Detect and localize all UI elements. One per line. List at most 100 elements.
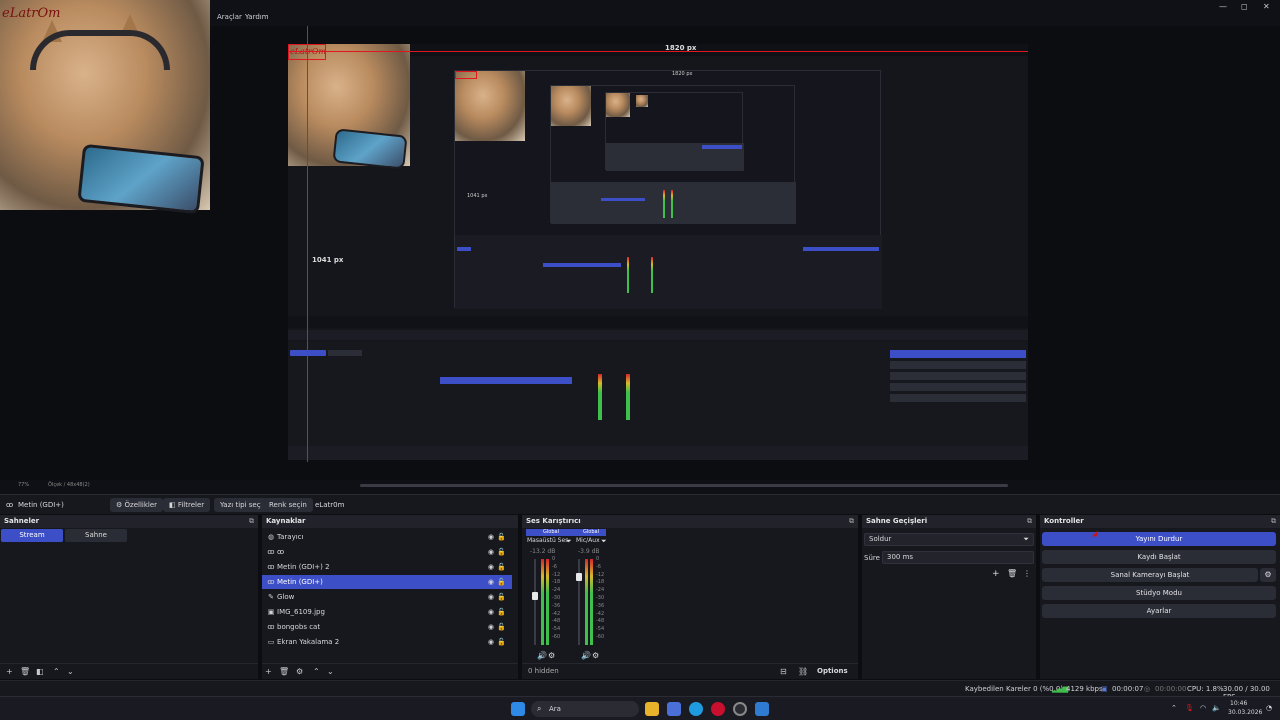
eye-icon[interactable]: ◉ — [488, 590, 494, 604]
app-icon[interactable] — [755, 702, 769, 716]
close-button[interactable]: ✕ — [1263, 2, 1270, 11]
scene-stream[interactable]: Stream — [1, 529, 63, 542]
zoom-mode[interactable]: Ölçek / 48x48(2) — [48, 482, 90, 488]
gear-icon[interactable]: ⚙ — [548, 651, 555, 660]
minimize-button[interactable]: — — [1219, 2, 1227, 11]
stop-stream-button[interactable]: Yayını Durdur — [1042, 532, 1276, 546]
store-icon[interactable] — [667, 702, 681, 716]
lock-icon[interactable]: 🔓 — [497, 635, 506, 649]
eye-icon[interactable]: ◉ — [488, 605, 494, 619]
filter-icon[interactable]: ◧ — [36, 667, 44, 676]
source-row[interactable]: ▭ Ekran Yakalama 2 ◉ 🔓 — [262, 635, 512, 649]
source-row-selected[interactable]: ꝏ Metin (GDI+) ◉ 🔓 — [262, 575, 512, 589]
selected-source-box[interactable] — [288, 44, 326, 60]
virtual-cam-button[interactable]: Sanal Kamerayı Başlat — [1042, 568, 1258, 582]
lock-icon[interactable]: 🔓 — [497, 575, 506, 589]
volume-meter — [546, 559, 549, 645]
speaker-icon[interactable]: 🔊 — [581, 651, 591, 660]
speaker-icon[interactable]: 🔊 — [537, 651, 547, 660]
trash-icon[interactable]: 🗑 — [1007, 569, 1017, 578]
layout-icon[interactable]: ⊟ — [780, 667, 787, 676]
chevron-down-icon[interactable]: ⌄ — [67, 667, 74, 676]
source-row[interactable]: ▣ IMG_6109.jpg ◉ 🔓 — [262, 605, 512, 619]
virtual-cam-settings-icon[interactable]: ⚙ — [1260, 568, 1276, 582]
eye-icon[interactable]: ◉ — [488, 635, 494, 649]
chevron-up-icon[interactable]: ⌃ — [1171, 704, 1177, 712]
link-icon[interactable]: ⛓ — [798, 667, 808, 676]
add-icon[interactable]: + — [6, 667, 13, 676]
source-row[interactable]: ✎ Glow ◉ 🔓 — [262, 590, 512, 604]
duration-input[interactable]: 300 ms — [882, 551, 1034, 564]
popout-icon[interactable]: ⧉ — [1271, 517, 1276, 526]
clock-date[interactable]: 30.03.2026 — [1228, 709, 1262, 716]
lock-icon[interactable]: 🔓 — [497, 590, 506, 604]
lock-icon[interactable]: 🔓 — [497, 530, 506, 544]
font-button[interactable]: Yazı tipi seç — [214, 498, 267, 512]
volume-meter — [590, 559, 593, 645]
gear-icon[interactable]: ⚙ — [592, 651, 599, 660]
color-button[interactable]: Renk seçin — [263, 498, 313, 512]
eye-icon[interactable]: ◉ — [488, 530, 494, 544]
wifi-icon[interactable]: ◠ — [1200, 704, 1206, 712]
volume-slider-track[interactable] — [578, 559, 580, 645]
start-record-button[interactable]: Kaydı Başlat — [1042, 550, 1276, 564]
clock-time[interactable]: 10:46 — [1230, 700, 1247, 707]
source-row[interactable]: ꝏ ꝏ ◉ 🔓 — [262, 545, 512, 559]
volume-slider-handle[interactable] — [576, 573, 582, 581]
meter-scale: 0 -6 -12 -18 -24 -30 -36 -42 -48 -54 -60 — [596, 556, 605, 640]
popout-icon[interactable]: ⧉ — [849, 517, 854, 526]
brush-icon: ✎ — [268, 593, 274, 601]
lock-icon[interactable]: 🔓 — [497, 545, 506, 559]
lock-icon[interactable]: 🔓 — [497, 605, 506, 619]
lock-icon[interactable]: 🔓 — [497, 620, 506, 634]
eye-icon[interactable]: ◉ — [488, 575, 494, 589]
options-button[interactable]: Options — [817, 667, 848, 675]
add-icon[interactable]: + — [265, 667, 272, 676]
settings-button[interactable]: Ayarlar — [1042, 604, 1276, 618]
chevron-down-icon[interactable]: ⌄ — [327, 667, 334, 676]
lock-icon[interactable]: 🔓 — [497, 560, 506, 574]
volume-icon[interactable]: 🔈 — [1212, 704, 1221, 712]
eye-icon[interactable]: ◉ — [488, 560, 494, 574]
channel-menu-icon[interactable]: ⏷ — [566, 537, 572, 546]
more-icon[interactable]: ⋮ — [1023, 569, 1031, 578]
search-box[interactable]: ⌕ Ara — [531, 701, 639, 717]
popout-icon[interactable]: ⧉ — [1027, 517, 1032, 526]
source-row[interactable]: ◍ Tarayıcı ◉ 🔓 — [262, 530, 512, 544]
studio-mode-button[interactable]: Stüdyo Modu — [1042, 586, 1276, 600]
properties-button[interactable]: ⚙ Özellikler — [110, 498, 164, 512]
trash-icon[interactable]: 🗑 — [20, 667, 30, 676]
chevron-up-icon[interactable]: ⌃ — [53, 667, 60, 676]
text-value[interactable]: eLatr0m — [315, 498, 344, 512]
folder-icon[interactable] — [645, 702, 659, 716]
windows-start-icon[interactable] — [511, 702, 525, 716]
trash-icon[interactable]: 🗑 — [279, 667, 289, 676]
preview-scrollbar[interactable] — [360, 484, 1008, 487]
filters-button[interactable]: ◧ Filtreler — [163, 498, 211, 512]
volume-slider-handle[interactable] — [532, 592, 538, 600]
add-icon[interactable]: + — [992, 569, 1000, 579]
edge-icon[interactable] — [689, 702, 703, 716]
volume-slider-track[interactable] — [534, 559, 536, 645]
source-row[interactable]: ꝏ Metin (GDI+) 2 ◉ 🔓 — [262, 560, 512, 574]
menu-tools[interactable]: Araçlar — [217, 13, 242, 21]
source-label: Tarayıcı — [277, 533, 304, 541]
eye-icon[interactable]: ◉ — [488, 620, 494, 634]
preview-canvas[interactable]: eLatrOm 1820 px 1041 px 1820 px 1041 px — [288, 44, 1028, 460]
scene-sahne[interactable]: Sahne — [65, 529, 127, 542]
channel-menu-icon[interactable]: ⏷ — [601, 537, 607, 546]
notification-icon[interactable]: ◔ — [1266, 704, 1272, 712]
eye-icon[interactable]: ◉ — [488, 545, 494, 559]
menu-help[interactable]: Yardım — [245, 13, 269, 21]
obs-icon[interactable] — [733, 702, 747, 716]
chevron-up-icon[interactable]: ⌃ — [313, 667, 320, 676]
nested-height-label: 1041 px — [467, 193, 488, 199]
maximize-button[interactable]: ◻ — [1241, 2, 1248, 11]
gear-icon[interactable]: ⚙ — [296, 667, 303, 676]
transition-select[interactable]: Soldur ⏷ — [864, 533, 1034, 546]
popout-icon[interactable]: ⧉ — [249, 517, 254, 526]
source-row[interactable]: ꝏ bongobs cat ◉ 🔓 — [262, 620, 512, 634]
mic-icon[interactable]: 🎙 — [1185, 704, 1194, 712]
opera-icon[interactable] — [711, 702, 725, 716]
zoom-level[interactable]: 77% — [18, 482, 29, 488]
